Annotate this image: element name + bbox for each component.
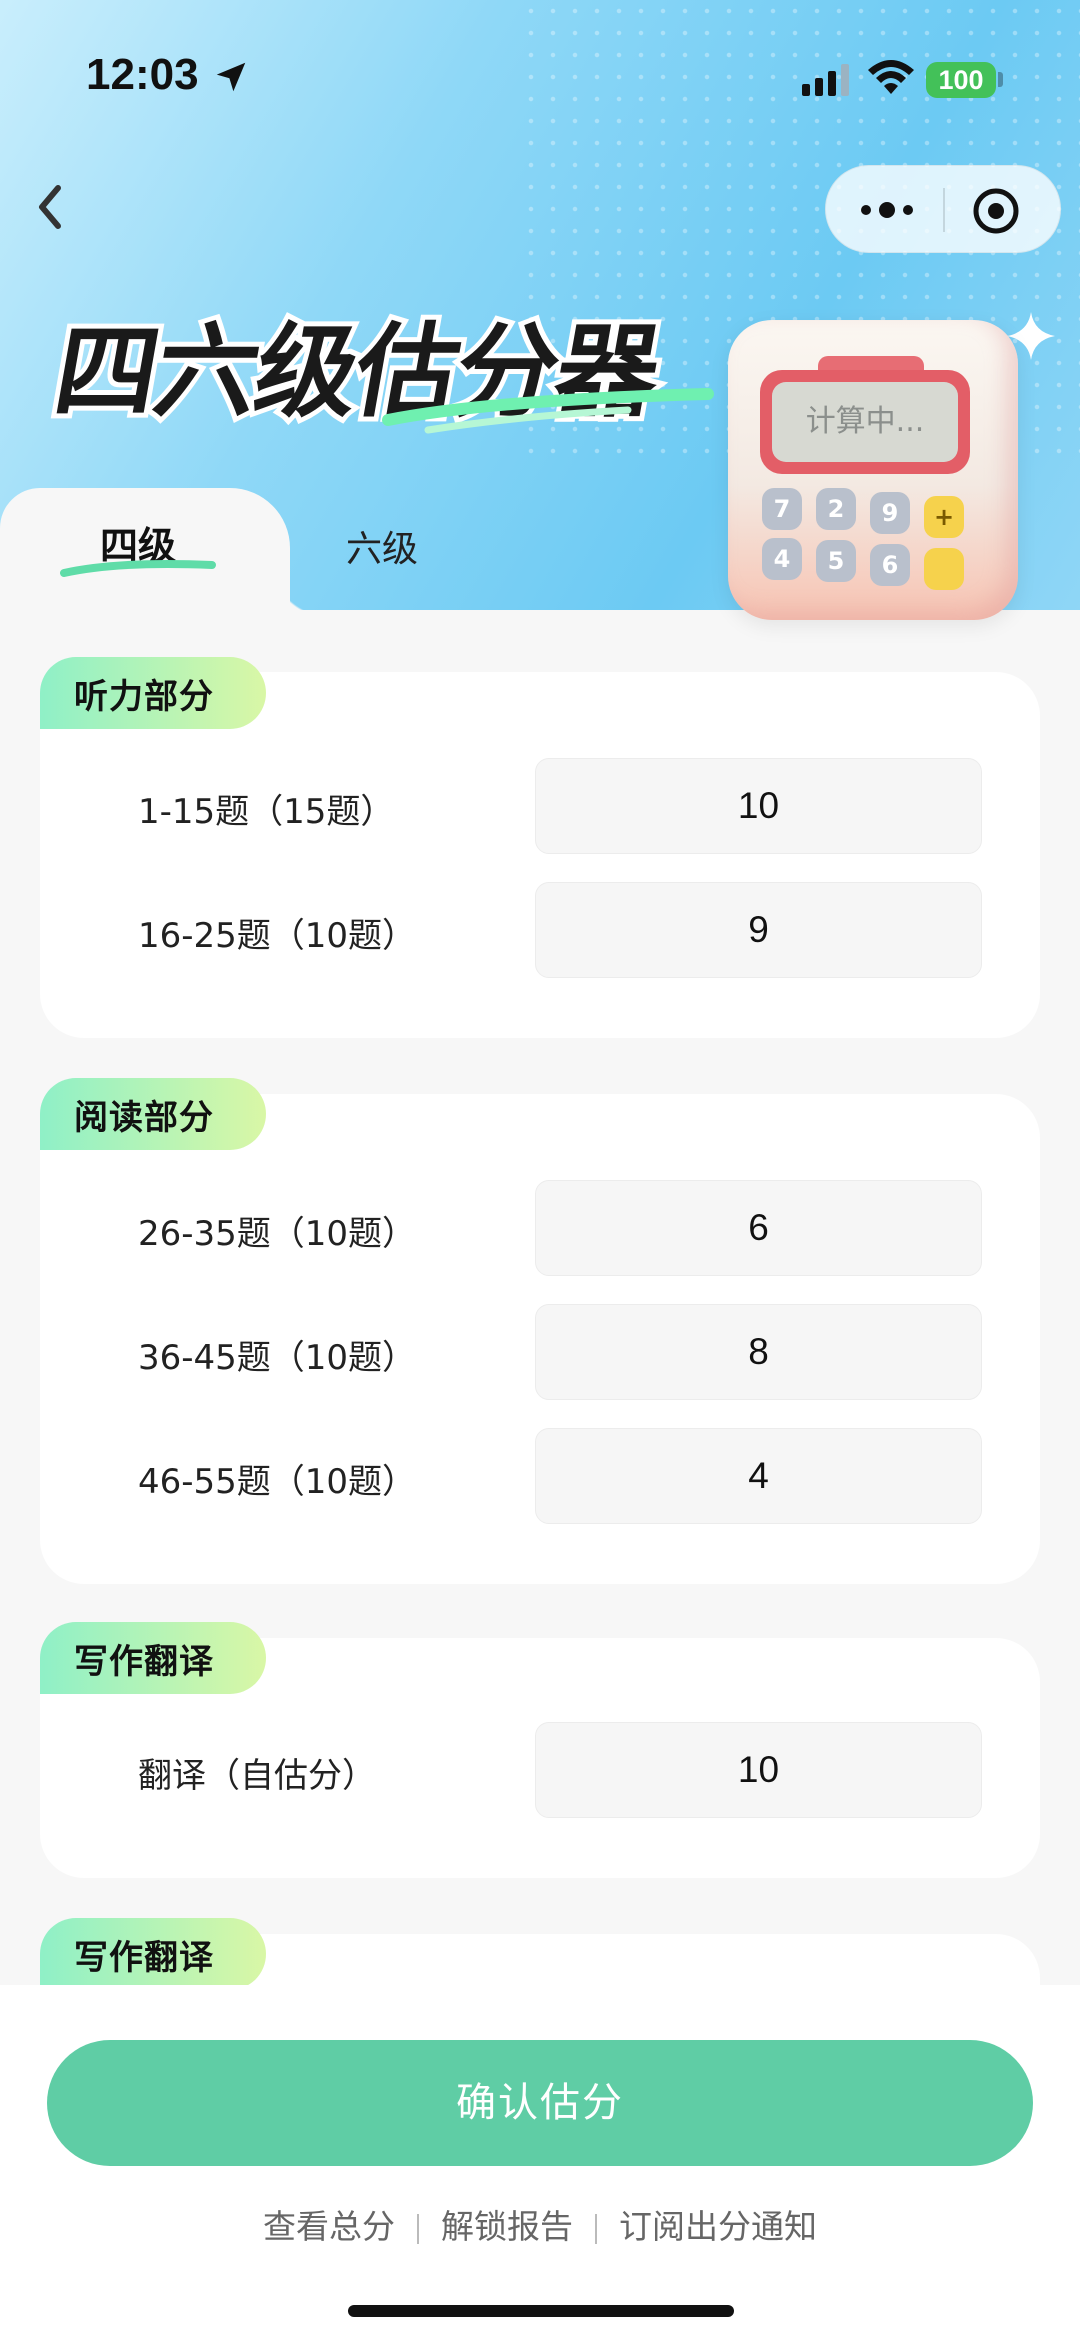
tab-active-underline	[60, 560, 216, 577]
section-tag-writing-translation: 写作翻译	[40, 1622, 266, 1728]
footer-links: 查看总分 解锁报告 订阅出分通知	[0, 2200, 1080, 2248]
tab-cet6[interactable]: 六级	[346, 520, 418, 572]
score-input[interactable]: 10	[535, 1722, 982, 1818]
score-input[interactable]: 8	[535, 1304, 982, 1400]
subscribe-notice-link[interactable]: 订阅出分通知	[619, 2207, 817, 2246]
calculator-key	[924, 548, 964, 590]
score-input[interactable]: 6	[535, 1180, 982, 1276]
calculator-key: 6	[870, 544, 910, 586]
row-label: 翻译（自估分）	[138, 1756, 376, 1796]
row-label: 1-15题（15题）	[138, 792, 395, 832]
view-total-link[interactable]: 查看总分	[263, 2207, 395, 2246]
title-swoosh-decoration	[382, 388, 714, 434]
back-chevron-icon[interactable]	[22, 172, 82, 242]
section-title: 写作翻译	[74, 1938, 214, 1978]
confirm-estimate-button[interactable]: 确认估分	[47, 2040, 1033, 2166]
calculator-key: 4	[762, 538, 802, 580]
reading-card: 26-35题（10题） 6 36-45题（10题） 8 46-55题（10题） …	[40, 1094, 1040, 1584]
more-dots-icon[interactable]	[856, 190, 918, 230]
title-area: 四六级估分器	[41, 280, 714, 450]
calculator-screen-text: 计算中...	[772, 382, 958, 462]
calculator-key: 5	[816, 540, 856, 582]
calculator-key: 7	[762, 488, 802, 530]
row-label: 46-55题（10题）	[138, 1462, 417, 1502]
section-title: 写作翻译	[74, 1642, 214, 1682]
row-label: 36-45题（10题）	[138, 1338, 417, 1378]
capsule-divider	[943, 188, 945, 232]
home-indicator	[348, 2305, 734, 2317]
section-tag-reading: 阅读部分	[40, 1078, 266, 1184]
unlock-report-link[interactable]: 解锁报告	[441, 2207, 573, 2246]
link-divider	[417, 2213, 419, 2244]
battery-tip	[998, 72, 1003, 87]
status-time: 12:03	[86, 50, 199, 99]
battery-indicator: 100	[926, 62, 996, 98]
score-input[interactable]: 9	[535, 882, 982, 978]
row-label: 26-35题（10题）	[138, 1214, 417, 1254]
miniprogram-capsule	[825, 165, 1061, 253]
wifi-icon	[868, 60, 914, 94]
row-label: 16-25题（10题）	[138, 916, 417, 956]
location-arrow-icon	[216, 62, 246, 92]
score-input[interactable]: 10	[535, 758, 982, 854]
calculator-key: +	[924, 496, 964, 538]
calculator-key: 2	[816, 488, 856, 530]
section-title: 听力部分	[74, 677, 214, 717]
calculator-key: 9	[870, 492, 910, 534]
section-tag-listening: 听力部分	[40, 657, 266, 763]
status-bar: 12:03 100	[0, 0, 1080, 150]
close-target-icon[interactable]	[971, 186, 1021, 236]
section-tag-writing: 写作翻译	[40, 1918, 266, 2024]
section-title: 阅读部分	[74, 1098, 214, 1138]
link-divider	[595, 2213, 597, 2244]
cellular-signal-icon	[802, 64, 849, 96]
score-input[interactable]: 4	[535, 1428, 982, 1524]
calculator-illustration: 计算中... 7 2 9 + 4 5 6	[722, 320, 1022, 620]
